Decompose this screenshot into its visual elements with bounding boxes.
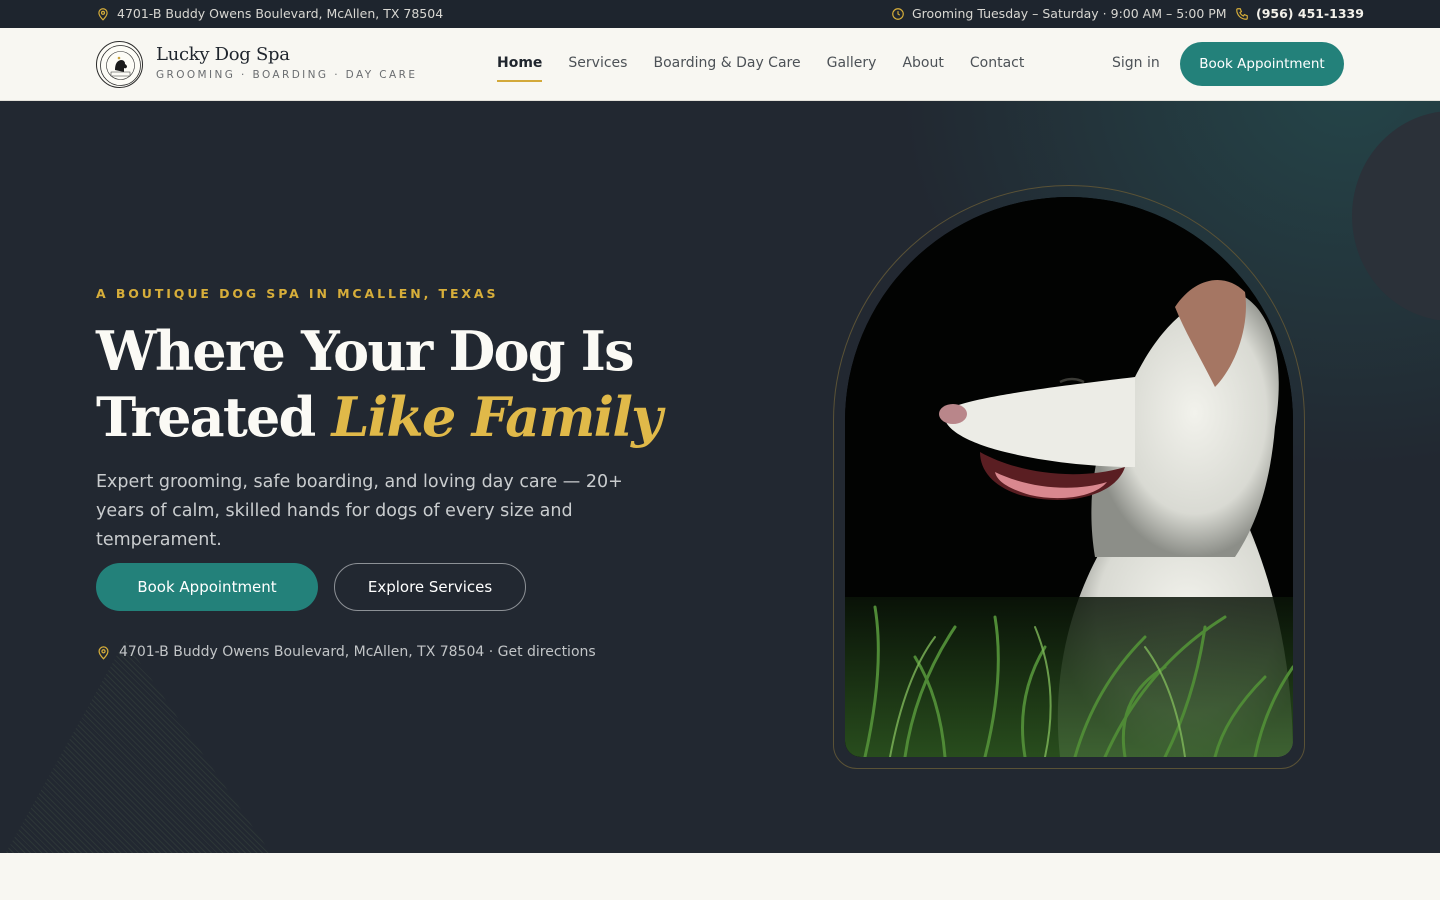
hero-dog-photo <box>845 197 1293 757</box>
nav-link-about[interactable]: About <box>902 55 943 82</box>
nav-link-services[interactable]: Services <box>568 55 627 82</box>
hero-lead-text: Expert grooming, safe boarding, and lovi… <box>96 472 623 550</box>
topbar-hours: Grooming Tuesday – Saturday · 9:00 AM – … <box>891 6 1227 21</box>
nav-link-boarding-day-care[interactable]: Boarding & Day Care <box>653 55 800 82</box>
nav-book-appointment-button[interactable]: Book Appointment <box>1180 42 1344 86</box>
hero-eyebrow: A BOUTIQUE DOG SPA IN MCALLEN, TEXAS <box>96 286 499 301</box>
brand-tagline: GROOMING · BOARDING · DAY CARE <box>156 69 418 81</box>
nav-link-home[interactable]: Home <box>497 55 543 82</box>
hero-book-appointment-button[interactable]: Book Appointment <box>96 563 318 611</box>
explore-services-button[interactable]: Explore Services <box>334 563 526 611</box>
sign-in-link[interactable]: Sign in <box>1112 55 1160 71</box>
hero-headline-line2: Treated <box>96 385 316 449</box>
phone-icon <box>1236 7 1248 20</box>
brand-logo[interactable] <box>96 41 143 88</box>
nav-link-contact[interactable]: Contact <box>970 55 1024 82</box>
map-pin-icon <box>98 645 109 660</box>
clock-icon <box>892 7 904 20</box>
topbar-address-text: 4701-B Buddy Owens Boulevard, McAllen, T… <box>117 6 444 21</box>
hero-headline-accent: Like Family <box>331 385 663 449</box>
hero-decorative-pattern <box>0 641 290 853</box>
hero-address-text: 4701-B Buddy Owens Boulevard, McAllen, T… <box>119 644 596 660</box>
nav-link-gallery[interactable]: Gallery <box>827 55 877 82</box>
topbar-address[interactable]: 4701-B Buddy Owens Boulevard, McAllen, T… <box>96 6 443 21</box>
topbar-phone-link[interactable]: (956) 451-1339 <box>1235 6 1364 21</box>
topbar-hours-text: Grooming Tuesday – Saturday · 9:00 AM – … <box>912 6 1227 21</box>
main-navbar: Lucky Dog Spa GROOMING · BOARDING · DAY … <box>0 28 1440 101</box>
topbar-phone-text: (956) 451-1339 <box>1256 6 1364 21</box>
hero-section: A BOUTIQUE DOG SPA IN MCALLEN, TEXAS Whe… <box>0 101 1440 853</box>
hero-address-link[interactable]: 4701-B Buddy Owens Boulevard, McAllen, T… <box>96 644 596 660</box>
top-info-bar: 4701-B Buddy Owens Boulevard, McAllen, T… <box>0 0 1440 28</box>
next-section <box>0 853 1440 900</box>
primary-nav: Home Services Boarding & Day Care Galler… <box>497 55 1050 82</box>
hero-headline-line1: Where Your Dog Is <box>96 319 635 383</box>
brand-name[interactable]: Lucky Dog Spa <box>156 44 290 65</box>
hero-headline: Where Your Dog Is Treated Like Family <box>96 318 663 450</box>
map-pin-icon <box>98 7 108 21</box>
